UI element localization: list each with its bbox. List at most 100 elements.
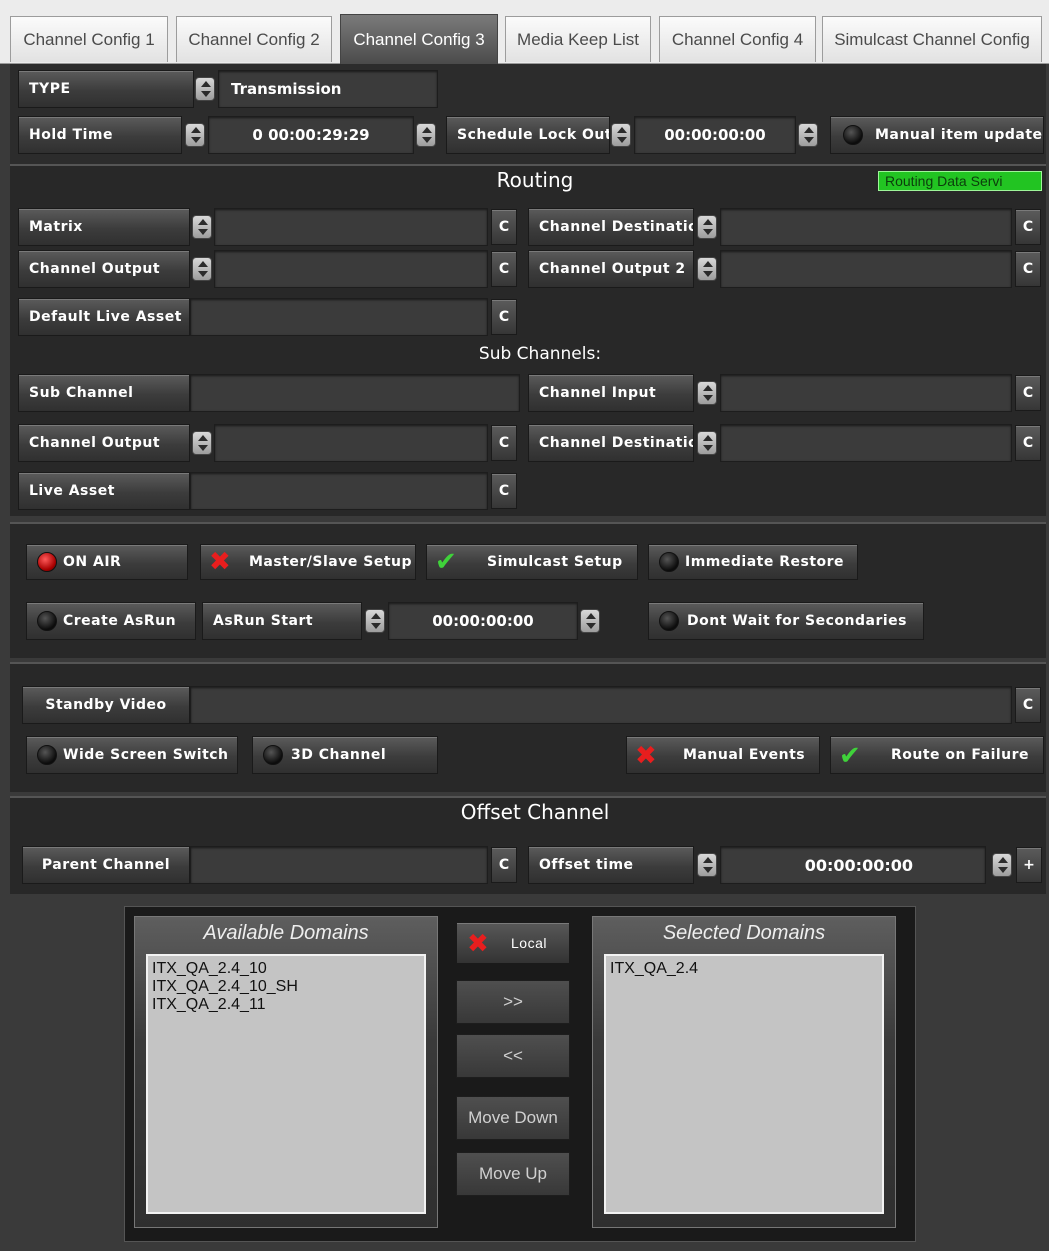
default-live-asset-field[interactable] <box>190 298 488 336</box>
tab-channel-config-2[interactable]: Channel Config 2 <box>176 16 332 62</box>
schedule-lockout-spinner2-icon[interactable] <box>798 123 818 147</box>
channel-input-spinner-icon[interactable] <box>697 381 717 405</box>
selected-domains-title: Selected Domains <box>662 922 826 944</box>
sub-channel-destination-spinner-icon[interactable] <box>697 431 717 455</box>
dont-wait-led <box>659 611 679 631</box>
check-icon: ✔ <box>435 547 458 577</box>
type-value[interactable]: Transmission <box>218 70 438 108</box>
matrix-spinner-icon[interactable] <box>192 215 212 239</box>
channel-destination-clear-button[interactable]: C <box>1015 209 1041 245</box>
channel-destination-spinner-icon[interactable] <box>697 215 717 239</box>
routing-title: Routing <box>496 168 574 192</box>
channel-input-clear-button[interactable]: C <box>1015 375 1041 411</box>
channel-output-field[interactable] <box>214 250 488 288</box>
wide-screen-switch-button[interactable]: Wide Screen Switch <box>26 736 238 774</box>
live-asset-clear-button[interactable]: C <box>491 473 517 509</box>
matrix-field[interactable] <box>214 208 488 246</box>
channel-output-spinner-icon[interactable] <box>192 257 212 281</box>
selected-domains-list[interactable]: ITX_QA_2.4 <box>604 954 884 1214</box>
asrun-start-spinner2-icon[interactable] <box>580 609 600 633</box>
route-on-failure-label: Route on Failure <box>891 747 1030 763</box>
available-domains-list[interactable]: ITX_QA_2.4_10 ITX_QA_2.4_10_SH ITX_QA_2.… <box>146 954 426 1214</box>
asrun-start-label: AsRun Start <box>202 602 362 640</box>
dont-wait-secondaries-button[interactable]: Dont Wait for Secondaries <box>648 602 924 640</box>
live-asset-field[interactable] <box>190 472 488 510</box>
standby-video-field[interactable] <box>190 686 1012 724</box>
immediate-restore-button[interactable]: Immediate Restore <box>648 544 858 580</box>
route-on-failure-button[interactable]: ✔ Route on Failure <box>830 736 1044 774</box>
move-down-button[interactable]: Move Down <box>456 1096 570 1140</box>
create-asrun-label: Create AsRun <box>63 613 177 629</box>
3d-channel-button[interactable]: 3D Channel <box>252 736 438 774</box>
check-icon: ✔ <box>839 741 862 771</box>
hold-time-spinner-icon[interactable] <box>185 123 205 147</box>
channel-output-clear-button[interactable]: C <box>491 251 517 287</box>
dont-wait-label: Dont Wait for Secondaries <box>687 613 907 629</box>
schedule-lockout-value[interactable]: 00:00:00:00 <box>634 116 796 154</box>
simulcast-setup-button[interactable]: ✔ Simulcast Setup <box>426 544 638 580</box>
master-slave-setup-button[interactable]: ✖ Master/Slave Setup <box>200 544 416 580</box>
parent-channel-field[interactable] <box>190 846 488 884</box>
hold-time-label: Hold Time <box>18 116 182 154</box>
add-domain-button[interactable]: >> <box>456 980 570 1024</box>
on-air-label: ON AIR <box>63 554 122 570</box>
local-button[interactable]: ✖ Local <box>456 922 570 964</box>
offset-time-label: Offset time <box>528 846 694 884</box>
on-air-led <box>37 552 57 572</box>
remove-domain-button[interactable]: << <box>456 1034 570 1078</box>
list-item[interactable]: ITX_QA_2.4_11 <box>152 996 420 1014</box>
asrun-start-value[interactable]: 00:00:00:00 <box>388 602 578 640</box>
matrix-clear-button[interactable]: C <box>491 209 517 245</box>
on-air-button[interactable]: ON AIR <box>26 544 188 580</box>
create-asrun-led <box>37 611 57 631</box>
sub-channel-destination-field[interactable] <box>720 424 1012 462</box>
sub-channel-field[interactable] <box>190 374 520 412</box>
hold-time-spinner2-icon[interactable] <box>416 123 436 147</box>
manual-events-label: Manual Events <box>683 747 806 763</box>
list-item[interactable]: ITX_QA_2.4_10 <box>152 960 420 978</box>
channel-destination-label: Channel Destination <box>528 208 694 246</box>
tab-channel-config-3[interactable]: Channel Config 3 <box>340 14 498 64</box>
3d-channel-label: 3D Channel <box>291 747 387 763</box>
tab-simulcast-channel-config[interactable]: Simulcast Channel Config <box>822 16 1042 62</box>
tab-channel-config-1[interactable]: Channel Config 1 <box>10 16 168 62</box>
schedule-lockout-spinner-icon[interactable] <box>611 123 631 147</box>
sub-channel-output-spinner-icon[interactable] <box>192 431 212 455</box>
list-item[interactable]: ITX_QA_2.4 <box>610 960 878 978</box>
channel-output-label: Channel Output <box>18 250 190 288</box>
sub-channel-label: Sub Channel <box>18 374 190 412</box>
channel-output-2-field[interactable] <box>720 250 1012 288</box>
list-item[interactable]: ITX_QA_2.4_10_SH <box>152 978 420 996</box>
create-asrun-button[interactable]: Create AsRun <box>26 602 196 640</box>
available-domains-title: Available Domains <box>203 922 369 944</box>
parent-channel-clear-button[interactable]: C <box>491 847 517 883</box>
standby-video-clear-button[interactable]: C <box>1015 687 1041 723</box>
offset-time-spinner2-icon[interactable] <box>992 853 1012 877</box>
type-spinner-icon[interactable] <box>195 77 215 101</box>
tab-media-keep-list[interactable]: Media Keep List <box>505 16 651 62</box>
channel-output-2-label: Channel Output 2 <box>528 250 694 288</box>
default-live-asset-clear-button[interactable]: C <box>491 299 517 335</box>
local-label: Local <box>511 935 547 951</box>
sub-channels-title: Sub Channels: <box>478 344 602 364</box>
offset-time-value[interactable]: 00:00:00:00 <box>720 846 986 884</box>
channel-destination-field[interactable] <box>720 208 1012 246</box>
move-up-button[interactable]: Move Up <box>456 1152 570 1196</box>
sub-channel-destination-clear-button[interactable]: C <box>1015 425 1041 461</box>
manual-events-button[interactable]: ✖ Manual Events <box>626 736 820 774</box>
simulcast-label: Simulcast Setup <box>487 554 623 570</box>
manual-item-updates-button[interactable]: Manual item updates <box>830 116 1044 154</box>
tab-channel-config-4[interactable]: Channel Config 4 <box>659 16 816 62</box>
sub-channel-output-field[interactable] <box>214 424 488 462</box>
3d-channel-led <box>263 745 283 765</box>
hold-time-value[interactable]: 0 00:00:29:29 <box>208 116 414 154</box>
asrun-start-spinner-icon[interactable] <box>365 609 385 633</box>
offset-time-spinner-icon[interactable] <box>697 853 717 877</box>
offset-channel-title: Offset Channel <box>460 800 610 824</box>
channel-input-label: Channel Input <box>528 374 694 412</box>
channel-output-2-spinner-icon[interactable] <box>697 257 717 281</box>
channel-output-2-clear-button[interactable]: C <box>1015 251 1041 287</box>
offset-time-plus-button[interactable]: + <box>1016 847 1042 883</box>
sub-channel-output-clear-button[interactable]: C <box>491 425 517 461</box>
channel-input-field[interactable] <box>720 374 1012 412</box>
